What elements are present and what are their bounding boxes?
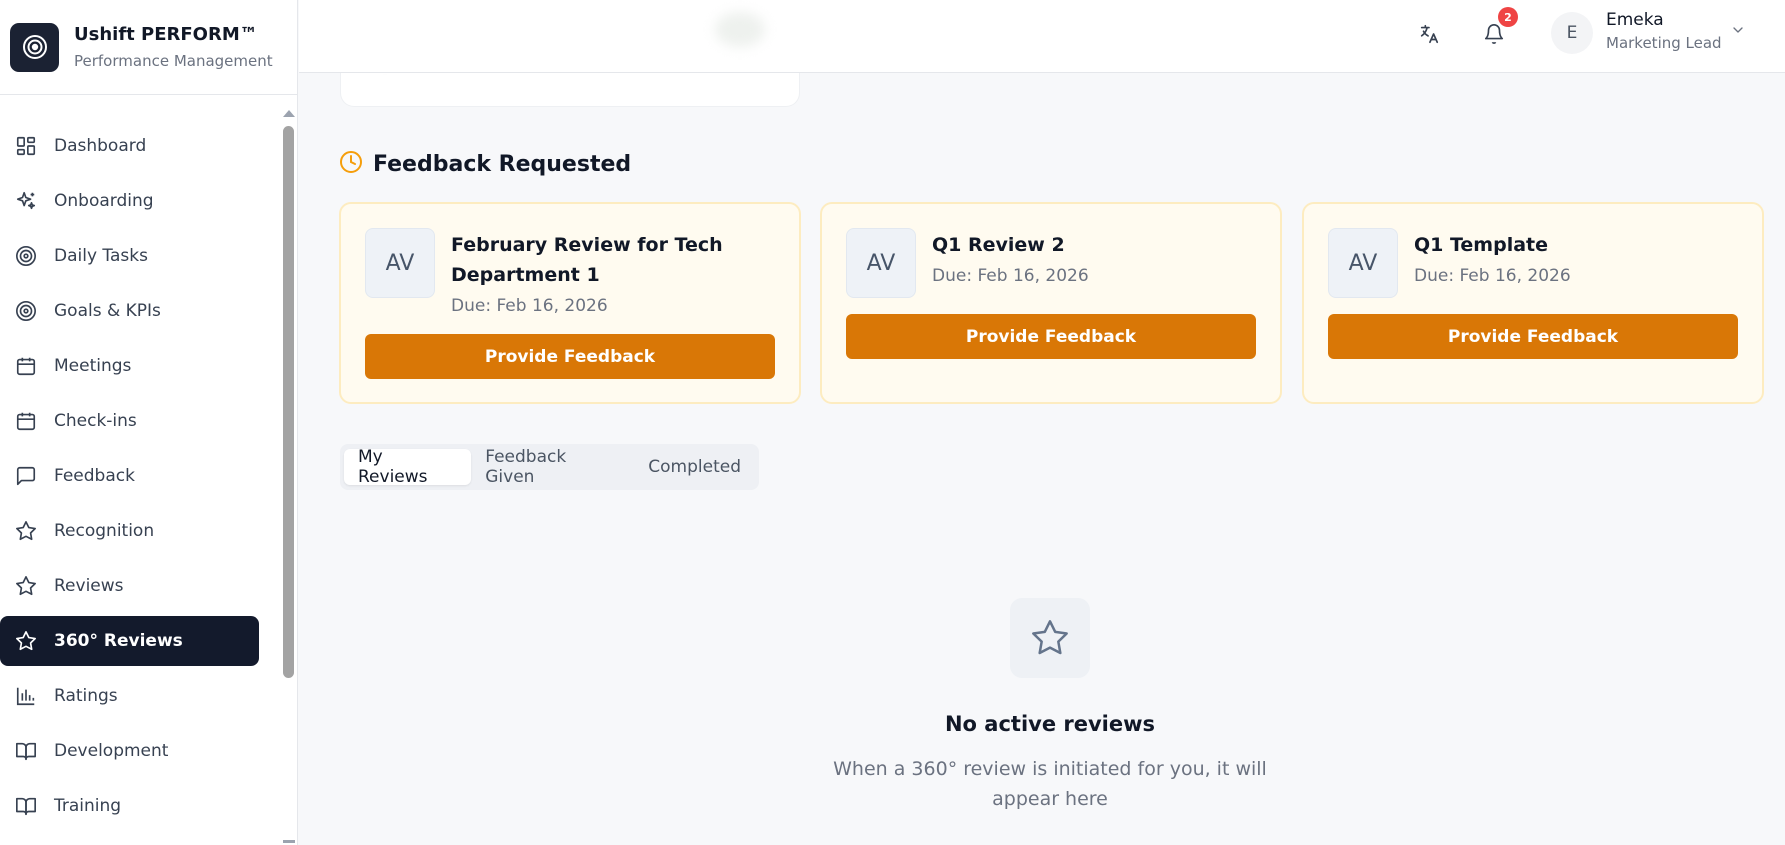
brand-title: Ushift PERFORM™ xyxy=(74,23,258,45)
translate-icon[interactable] xyxy=(1409,14,1449,54)
user-name: Emeka xyxy=(1606,10,1664,30)
book-icon xyxy=(14,739,38,763)
sidebar-scrollbar[interactable] xyxy=(283,126,294,678)
sidebar-item-daily-tasks[interactable]: Daily Tasks xyxy=(0,231,259,281)
sidebar-item-onboarding[interactable]: Onboarding xyxy=(0,176,259,226)
dashboard-icon xyxy=(14,134,38,158)
star-icon xyxy=(14,519,38,543)
feedback-request-card: AV Q1 Template Due: Feb 16, 2026 Provide… xyxy=(1302,202,1764,404)
sidebar-item-label: Check-ins xyxy=(54,411,137,431)
feedback-requested-header: Feedback Requested xyxy=(339,150,631,178)
sidebar-item-label: Dashboard xyxy=(54,136,147,156)
notification-badge: 2 xyxy=(1498,7,1518,27)
star-icon xyxy=(14,629,38,653)
avatar: AV xyxy=(365,228,435,298)
book-icon xyxy=(14,794,38,818)
sidebar-item-reviews[interactable]: Reviews xyxy=(0,561,259,611)
review-tabs: My Reviews Feedback Given Completed xyxy=(340,444,759,490)
logo-target-icon xyxy=(10,22,59,72)
tab-completed[interactable]: Completed xyxy=(634,449,755,485)
sidebar-item-development[interactable]: Development xyxy=(0,726,259,776)
brand: Ushift PERFORM™ Performance Management xyxy=(0,0,297,95)
user-role: Marketing Lead xyxy=(1606,34,1722,52)
sidebar-item-label: Ratings xyxy=(54,686,118,706)
blurred-shape xyxy=(715,12,765,47)
calendar-icon xyxy=(14,409,38,433)
sidebar: Ushift PERFORM™ Performance Management D… xyxy=(0,0,298,845)
scroll-down-arrow[interactable] xyxy=(283,840,295,843)
sidebar-item-training[interactable]: Training xyxy=(0,781,259,831)
target-icon xyxy=(14,244,38,268)
due-date: Due: Feb 16, 2026 xyxy=(451,296,608,316)
sidebar-nav: Dashboard Onboarding Daily Tasks Goals &… xyxy=(0,121,280,836)
provide-feedback-button[interactable]: Provide Feedback xyxy=(365,334,775,379)
sparkles-icon xyxy=(14,189,38,213)
review-title: February Review for Tech Department 1 xyxy=(451,234,723,286)
star-icon xyxy=(1010,598,1090,678)
scroll-up-arrow[interactable] xyxy=(283,110,295,117)
empty-state-description: When a 360° review is initiated for you,… xyxy=(833,758,1267,810)
sidebar-item-360-reviews[interactable]: 360° Reviews xyxy=(0,616,259,666)
sidebar-item-dashboard[interactable]: Dashboard xyxy=(0,121,259,171)
provide-feedback-button[interactable]: Provide Feedback xyxy=(1328,314,1738,359)
star-icon xyxy=(14,574,38,598)
sidebar-item-check-ins[interactable]: Check-ins xyxy=(0,396,259,446)
sidebar-item-feedback[interactable]: Feedback xyxy=(0,451,259,501)
empty-state-title: No active reviews xyxy=(944,712,1156,736)
feedback-request-card: AV Q1 Review 2 Due: Feb 16, 2026 Provide… xyxy=(820,202,1282,404)
provide-feedback-button[interactable]: Provide Feedback xyxy=(846,314,1256,359)
due-date: Due: Feb 16, 2026 xyxy=(1414,266,1571,286)
avatar: AV xyxy=(1328,228,1398,298)
bar-chart-icon xyxy=(14,684,38,708)
sidebar-item-label: Feedback xyxy=(54,466,135,486)
feedback-request-card: AV February Review for Tech Department 1… xyxy=(339,202,801,404)
chevron-down-icon[interactable] xyxy=(1730,22,1746,38)
sidebar-item-label: Development xyxy=(54,741,169,761)
sidebar-item-label: 360° Reviews xyxy=(54,631,183,651)
sidebar-item-goals-kpis[interactable]: Goals & KPIs xyxy=(0,286,259,336)
review-title: Q1 Review 2 xyxy=(932,234,1065,256)
clock-icon xyxy=(339,150,363,178)
review-title: Q1 Template xyxy=(1414,234,1549,256)
sidebar-item-recognition[interactable]: Recognition xyxy=(0,506,259,556)
sidebar-item-label: Onboarding xyxy=(54,191,154,211)
sidebar-item-meetings[interactable]: Meetings xyxy=(0,341,259,391)
sidebar-item-label: Meetings xyxy=(54,356,132,376)
calendar-icon xyxy=(14,354,38,378)
due-date: Due: Feb 16, 2026 xyxy=(932,266,1089,286)
sidebar-item-label: Daily Tasks xyxy=(54,246,148,266)
sidebar-item-label: Training xyxy=(54,796,122,816)
sidebar-item-label: Reviews xyxy=(54,576,124,596)
message-icon xyxy=(14,464,38,488)
sidebar-item-ratings[interactable]: Ratings xyxy=(0,671,259,721)
tab-feedback-given[interactable]: Feedback Given xyxy=(471,447,634,487)
target-icon xyxy=(14,299,38,323)
sidebar-item-label: Recognition xyxy=(54,521,155,541)
avatar[interactable]: E xyxy=(1551,12,1593,54)
tab-my-reviews[interactable]: My Reviews xyxy=(344,447,472,487)
section-title: Feedback Requested xyxy=(373,151,632,177)
avatar: AV xyxy=(846,228,916,298)
brand-subtitle: Performance Management xyxy=(74,51,273,70)
sidebar-item-label: Goals & KPIs xyxy=(54,301,161,321)
